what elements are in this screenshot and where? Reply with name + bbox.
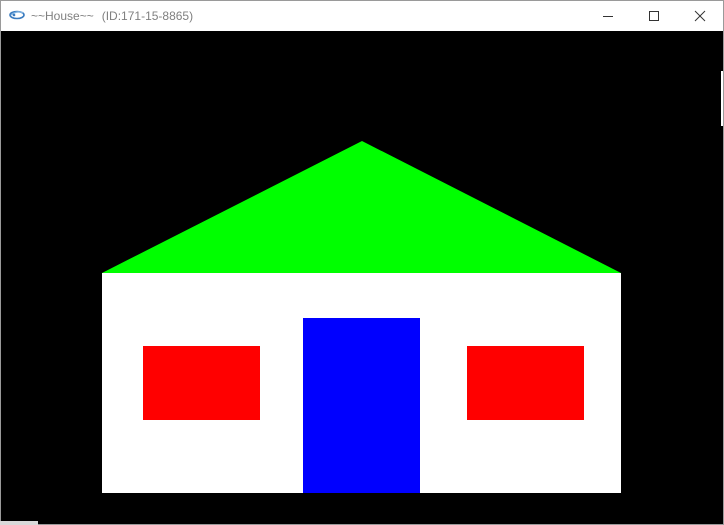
- house-door: [303, 318, 420, 493]
- maximize-icon: [649, 11, 659, 21]
- minimize-button[interactable]: [585, 1, 631, 31]
- house-window-left: [143, 346, 260, 420]
- minimize-icon: [603, 16, 613, 17]
- house-drawing: [102, 141, 621, 493]
- house-roof: [102, 141, 621, 273]
- window-title-name: ~~House~~: [31, 9, 94, 23]
- window-title: ~~House~~ (ID:171-15-8865): [31, 9, 193, 23]
- title-bar[interactable]: ~~House~~ (ID:171-15-8865): [1, 1, 723, 31]
- house-window-right: [467, 346, 584, 420]
- close-button[interactable]: [677, 1, 723, 31]
- drawing-canvas: [1, 31, 723, 524]
- close-icon: [694, 10, 706, 22]
- app-window: ~~House~~ (ID:171-15-8865): [0, 0, 724, 525]
- app-logo-icon: [9, 10, 25, 20]
- maximize-button[interactable]: [631, 1, 677, 31]
- taskbar-edge: [0, 521, 38, 525]
- window-title-id: (ID:171-15-8865): [101, 9, 194, 23]
- scrollbar-edge: [721, 71, 723, 126]
